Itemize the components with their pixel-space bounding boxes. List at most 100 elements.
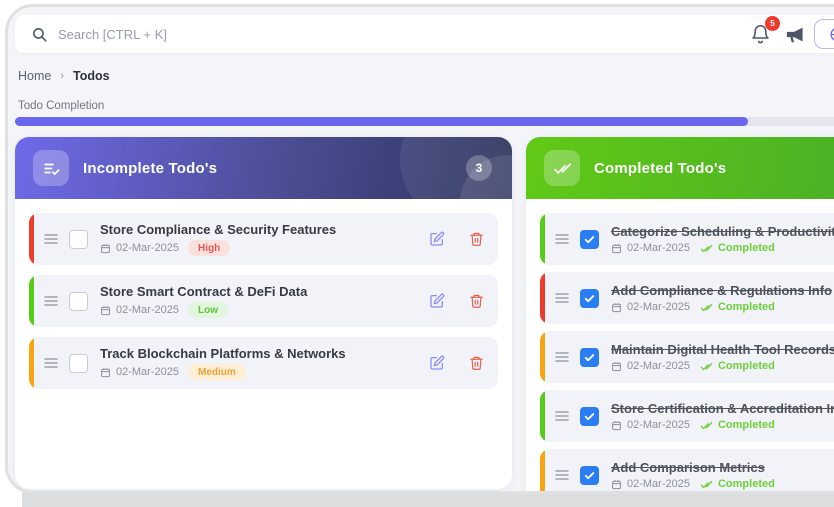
completed-status: Completed: [700, 242, 775, 255]
trash-icon: [469, 293, 484, 309]
checkmark-icon: [583, 292, 596, 305]
search-icon: [31, 26, 48, 43]
completed-todos-title: Completed Todo's: [594, 160, 726, 177]
checkmark-icon: [583, 410, 596, 423]
delete-button[interactable]: [469, 293, 484, 309]
edit-button[interactable]: [429, 293, 445, 309]
todo-meta: Store Compliance & Security Features 02-…: [100, 222, 336, 256]
todo-checkbox-checked[interactable]: [580, 407, 599, 426]
todo-meta: Maintain Digital Health Tool Records 02-…: [611, 342, 834, 373]
todo-item: Add Comparison Metrics 02-Mar-2025 Compl…: [540, 449, 834, 494]
completed-status: Completed: [700, 301, 775, 314]
todo-checkbox[interactable]: [69, 354, 88, 373]
todo-title: Maintain Digital Health Tool Records: [611, 342, 834, 357]
todo-item: Categorize Scheduling & Productivity App…: [540, 213, 834, 265]
priority-accent-bar: [29, 337, 34, 389]
completed-status-label: Completed: [718, 478, 775, 490]
todo-meta: Track Blockchain Platforms & Networks 02…: [100, 346, 346, 380]
language-button[interactable]: [814, 19, 834, 49]
todo-meta: Add Comparison Metrics 02-Mar-2025 Compl…: [611, 460, 775, 491]
drag-handle-icon[interactable]: [555, 469, 569, 481]
progress-bar-track: [15, 117, 834, 126]
completed-status-label: Completed: [718, 242, 775, 254]
calendar-icon: [611, 243, 622, 254]
incomplete-todos-header: Incomplete Todo's 3: [15, 137, 512, 199]
todo-item: Store Certification & Accreditation Info…: [540, 390, 834, 442]
todo-item: Store Smart Contract & DeFi Data 02-Mar-…: [29, 275, 498, 327]
delete-button[interactable]: [469, 231, 484, 247]
completed-todos-card: Completed Todo's Categorize Scheduling &…: [526, 137, 834, 494]
todo-checkbox-checked[interactable]: [580, 466, 599, 485]
todo-title: Store Certification & Accreditation Info: [611, 401, 834, 416]
trash-icon: [469, 231, 484, 247]
calendar-icon: [100, 367, 111, 378]
todo-checkbox-checked[interactable]: [580, 348, 599, 367]
incomplete-todos-list: Store Compliance & Security Features 02-…: [15, 199, 512, 389]
completed-status-label: Completed: [718, 419, 775, 431]
completed-status-label: Completed: [718, 301, 775, 313]
edit-icon: [429, 293, 445, 309]
breadcrumb-home[interactable]: Home: [18, 69, 51, 83]
todo-date: 02-Mar-2025: [627, 419, 690, 431]
edit-icon: [429, 355, 445, 371]
completed-status: Completed: [700, 478, 775, 491]
completed-todos-list: Categorize Scheduling & Productivity App…: [526, 199, 834, 494]
drag-handle-icon[interactable]: [44, 295, 58, 307]
todo-meta: Add Compliance & Regulations Info 02-Mar…: [611, 283, 832, 314]
completed-status: Completed: [700, 419, 775, 432]
todo-item: Store Compliance & Security Features 02-…: [29, 213, 498, 265]
todo-checkbox[interactable]: [69, 230, 88, 249]
delete-button[interactable]: [469, 355, 484, 371]
priority-accent-bar: [540, 272, 545, 324]
search-bar: 5: [15, 15, 834, 53]
completed-status: Completed: [700, 360, 775, 373]
todo-date: 02-Mar-2025: [116, 304, 179, 316]
todo-date: 02-Mar-2025: [116, 366, 179, 378]
trash-icon: [469, 355, 484, 371]
breadcrumb: Home › Todos: [18, 69, 110, 83]
edit-button[interactable]: [429, 355, 445, 371]
notifications-button[interactable]: 5: [750, 24, 771, 45]
priority-accent-bar: [29, 213, 34, 265]
search-input[interactable]: [58, 27, 750, 42]
todo-date: 02-Mar-2025: [627, 360, 690, 372]
todo-meta: Store Smart Contract & DeFi Data 02-Mar-…: [100, 284, 307, 318]
double-check-icon: [700, 242, 713, 255]
progress-label: Todo Completion: [18, 100, 104, 112]
todo-item: Add Compliance & Regulations Info 02-Mar…: [540, 272, 834, 324]
todo-checkbox-checked[interactable]: [580, 230, 599, 249]
breadcrumb-separator-icon: ›: [60, 70, 64, 82]
drag-handle-icon[interactable]: [555, 351, 569, 363]
edit-button[interactable]: [429, 231, 445, 247]
priority-badge: Medium: [188, 364, 246, 380]
double-check-icon: [700, 301, 713, 314]
drag-handle-icon[interactable]: [44, 233, 58, 245]
checkmark-icon: [583, 351, 596, 364]
priority-accent-bar: [540, 213, 545, 265]
todo-meta: Categorize Scheduling & Productivity App…: [611, 224, 834, 255]
double-check-icon: [544, 150, 580, 186]
announcements-button[interactable]: [785, 25, 806, 44]
priority-accent-bar: [540, 390, 545, 442]
drag-handle-icon[interactable]: [555, 292, 569, 304]
drag-handle-icon[interactable]: [555, 410, 569, 422]
todo-checkbox-checked[interactable]: [580, 289, 599, 308]
double-check-icon: [700, 360, 713, 373]
calendar-icon: [611, 479, 622, 490]
priority-accent-bar: [29, 275, 34, 327]
completed-todos-header: Completed Todo's: [526, 137, 834, 199]
double-check-icon: [700, 478, 713, 491]
completed-status-label: Completed: [718, 360, 775, 372]
priority-badge: High: [188, 240, 230, 256]
breadcrumb-current: Todos: [73, 69, 110, 83]
drag-handle-icon[interactable]: [555, 233, 569, 245]
todo-checkbox[interactable]: [69, 292, 88, 311]
todo-item: Maintain Digital Health Tool Records 02-…: [540, 331, 834, 383]
todo-meta: Store Certification & Accreditation Info…: [611, 401, 834, 432]
todo-title: Store Smart Contract & DeFi Data: [100, 284, 307, 299]
progress-bar-fill: [15, 117, 748, 126]
double-check-icon: [700, 419, 713, 432]
drag-handle-icon[interactable]: [44, 357, 58, 369]
todo-date: 02-Mar-2025: [627, 478, 690, 490]
todo-title: Track Blockchain Platforms & Networks: [100, 346, 346, 361]
